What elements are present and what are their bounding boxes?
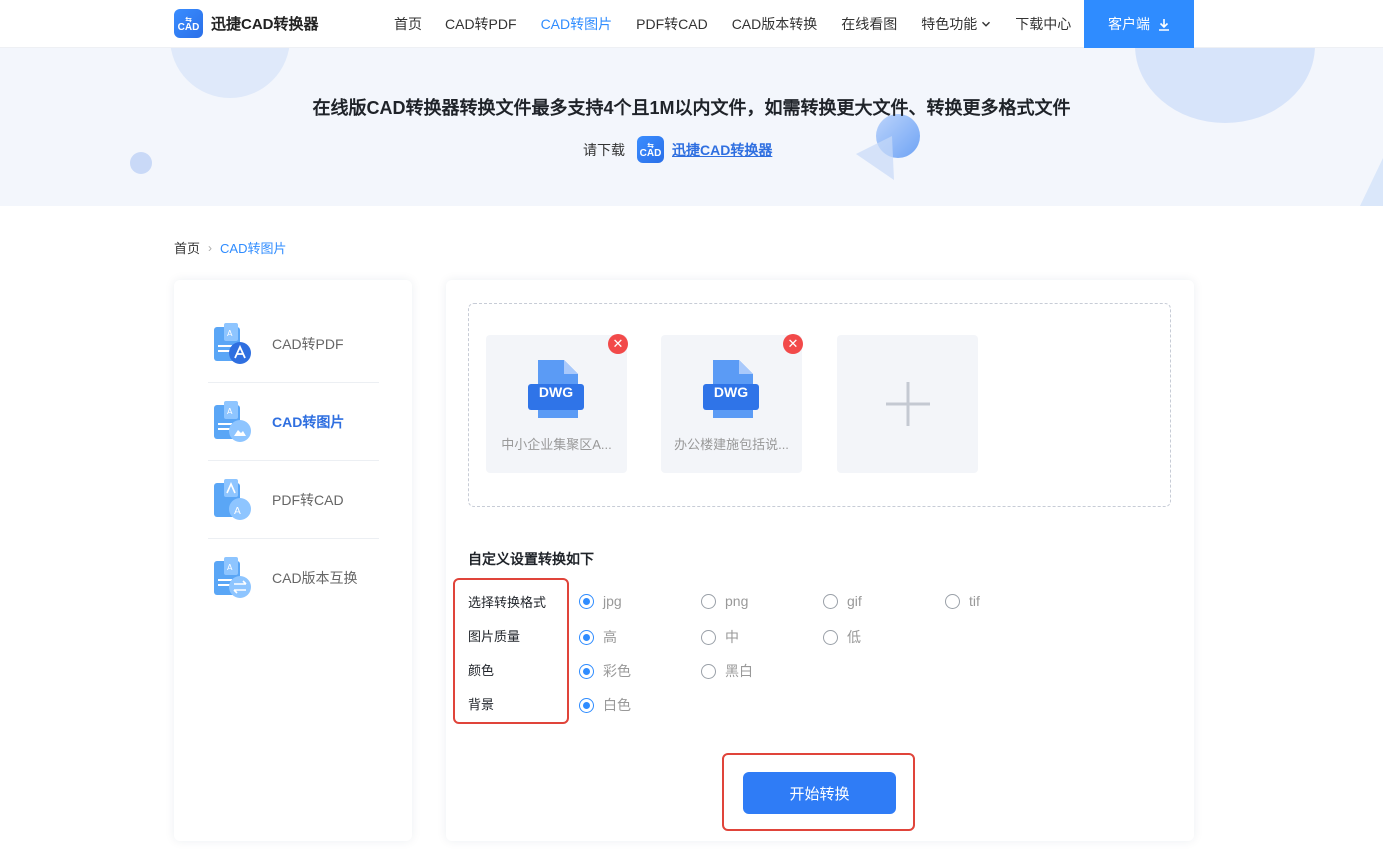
sidebar-item-cad-version[interactable]: A CAD版本互换	[208, 539, 379, 617]
radio-quality-low[interactable]: 低	[823, 627, 861, 647]
radio-label: png	[725, 593, 749, 609]
cad-logo-icon: ⇆ CAD	[174, 9, 203, 38]
radio-label: tif	[969, 593, 980, 609]
radio-dot	[823, 593, 838, 609]
radio-color[interactable]: 彩色	[579, 661, 631, 681]
tool-sidebar: A CAD转PDF A CAD转图片 A PDF转CAD A CAD版本互换	[174, 280, 412, 841]
cad-version-icon: A	[214, 557, 251, 598]
cad-to-pdf-icon: A	[214, 322, 251, 364]
sidebar-item-label: PDF转CAD	[272, 491, 344, 508]
banner-title: 在线版CAD转换器转换文件最多支持4个且1M以内文件，如需转换更大文件、转换更多…	[312, 98, 1071, 118]
decor-circle	[130, 152, 152, 174]
sidebar-item-label: CAD版本互换	[272, 570, 358, 586]
breadcrumb-current: CAD转图片	[220, 241, 287, 256]
radio-dot	[823, 629, 838, 645]
radio-quality-medium[interactable]: 中	[701, 627, 739, 647]
radio-label: 中	[725, 629, 739, 645]
file-type-badge: DWG	[713, 384, 749, 400]
svg-text:A: A	[227, 563, 233, 572]
brand-name: 迅捷CAD转换器	[211, 16, 319, 33]
radio-dot	[701, 663, 716, 679]
sidebar-item-pdf-to-cad[interactable]: A PDF转CAD	[208, 461, 379, 539]
radio-gif[interactable]: gif	[823, 593, 862, 609]
cad-to-image-icon: A	[214, 400, 251, 442]
nav-download-center[interactable]: 下载中心	[1015, 14, 1071, 34]
nav-online-viewer[interactable]: 在线看图	[841, 14, 897, 34]
radio-background-white[interactable]: 白色	[579, 695, 631, 715]
svg-text:A: A	[234, 506, 241, 517]
nav-pdf-to-cad[interactable]: PDF转CAD	[636, 14, 708, 34]
file-type-badge: DWG	[538, 384, 574, 400]
plus-icon	[885, 382, 930, 426]
breadcrumb-home[interactable]: 首页	[174, 238, 200, 257]
top-header: ⇆ CAD 迅捷CAD转换器 首页 CAD转PDF CAD转图片 PDF转CAD…	[0, 0, 1383, 48]
radio-label: jpg	[603, 593, 622, 609]
client-button-label: 客户端	[1108, 16, 1150, 32]
decor-triangle	[856, 136, 894, 180]
radio-quality-high[interactable]: 高	[579, 627, 617, 647]
file-card: DWG 办公楼建施包括说... ✕	[661, 334, 803, 473]
add-file-button[interactable]	[837, 335, 978, 473]
file-name: 中小企业集聚区A...	[501, 437, 612, 452]
nav-cad-to-image[interactable]: CAD转图片	[541, 14, 613, 34]
radio-black-white[interactable]: 黑白	[701, 661, 753, 681]
sidebar-item-cad-to-image[interactable]: A CAD转图片	[208, 383, 379, 461]
download-icon	[1159, 18, 1169, 31]
file-name: 办公楼建施包括说...	[674, 437, 789, 452]
radio-jpg[interactable]: jpg	[579, 593, 622, 609]
radio-tif[interactable]: tif	[945, 593, 980, 609]
file-dropzone[interactable]: DWG 中小企业集聚区A... ✕ DWG 办公楼建施包括说... ✕	[468, 303, 1171, 507]
svg-text:A: A	[227, 329, 233, 338]
chevron-down-icon	[982, 21, 991, 27]
radio-label: 低	[847, 629, 861, 645]
radio-label: 白色	[603, 697, 631, 713]
download-app-link[interactable]: 迅捷CAD转换器	[672, 140, 772, 160]
radio-dot	[701, 593, 716, 609]
highlight-box-options	[453, 578, 569, 724]
remove-file-icon[interactable]: ✕	[783, 334, 803, 354]
radio-label: 彩色	[603, 663, 631, 679]
radio-dot	[579, 663, 594, 679]
remove-file-icon[interactable]: ✕	[608, 334, 628, 354]
radio-label: 黑白	[725, 663, 753, 679]
nav-home[interactable]: 首页	[394, 14, 422, 34]
radio-png[interactable]: png	[701, 593, 748, 609]
main-nav: 首页 CAD转PDF CAD转图片 PDF转CAD CAD版本转换 在线看图 特…	[394, 0, 1071, 48]
radio-label: gif	[847, 593, 862, 609]
sidebar-item-cad-to-pdf[interactable]: A CAD转PDF	[208, 305, 379, 383]
radio-dot	[701, 629, 716, 645]
breadcrumb: 首页 › CAD转图片	[174, 238, 286, 257]
radio-dot	[579, 697, 594, 713]
decor-triangle	[1360, 158, 1383, 206]
banner-sub-prefix: 请下载	[583, 141, 625, 158]
settings-title: 自定义设置转换如下	[468, 551, 594, 567]
brand-logo[interactable]: ⇆ CAD 迅捷CAD转换器	[174, 9, 319, 38]
nav-cad-to-pdf[interactable]: CAD转PDF	[445, 14, 517, 34]
cad-logo-icon: ⇆ CAD	[637, 136, 664, 163]
radio-label: 高	[603, 629, 617, 645]
file-card: DWG 中小企业集聚区A... ✕	[486, 334, 628, 473]
nav-features-label: 特色功能	[921, 16, 978, 32]
pdf-to-cad-icon: A	[214, 478, 251, 520]
promo-banner: 在线版CAD转换器转换文件最多支持4个且1M以内文件，如需转换更大文件、转换更多…	[0, 48, 1383, 206]
sidebar-item-label: CAD转PDF	[272, 335, 344, 352]
svg-text:A: A	[227, 407, 233, 416]
decor-circle	[170, 48, 290, 98]
radio-dot	[579, 629, 594, 645]
banner-download-line: 请下载 ⇆ CAD 迅捷CAD转换器	[583, 136, 772, 163]
nav-features[interactable]: 特色功能	[921, 14, 991, 34]
chevron-right-icon: ›	[208, 240, 213, 255]
radio-dot	[579, 593, 594, 609]
client-download-button[interactable]: 客户端	[1084, 0, 1194, 48]
radio-dot	[945, 593, 960, 609]
nav-cad-version[interactable]: CAD版本转换	[732, 14, 818, 34]
sidebar-item-label: CAD转图片	[272, 413, 345, 430]
start-convert-button[interactable]: 开始转换	[743, 772, 896, 814]
